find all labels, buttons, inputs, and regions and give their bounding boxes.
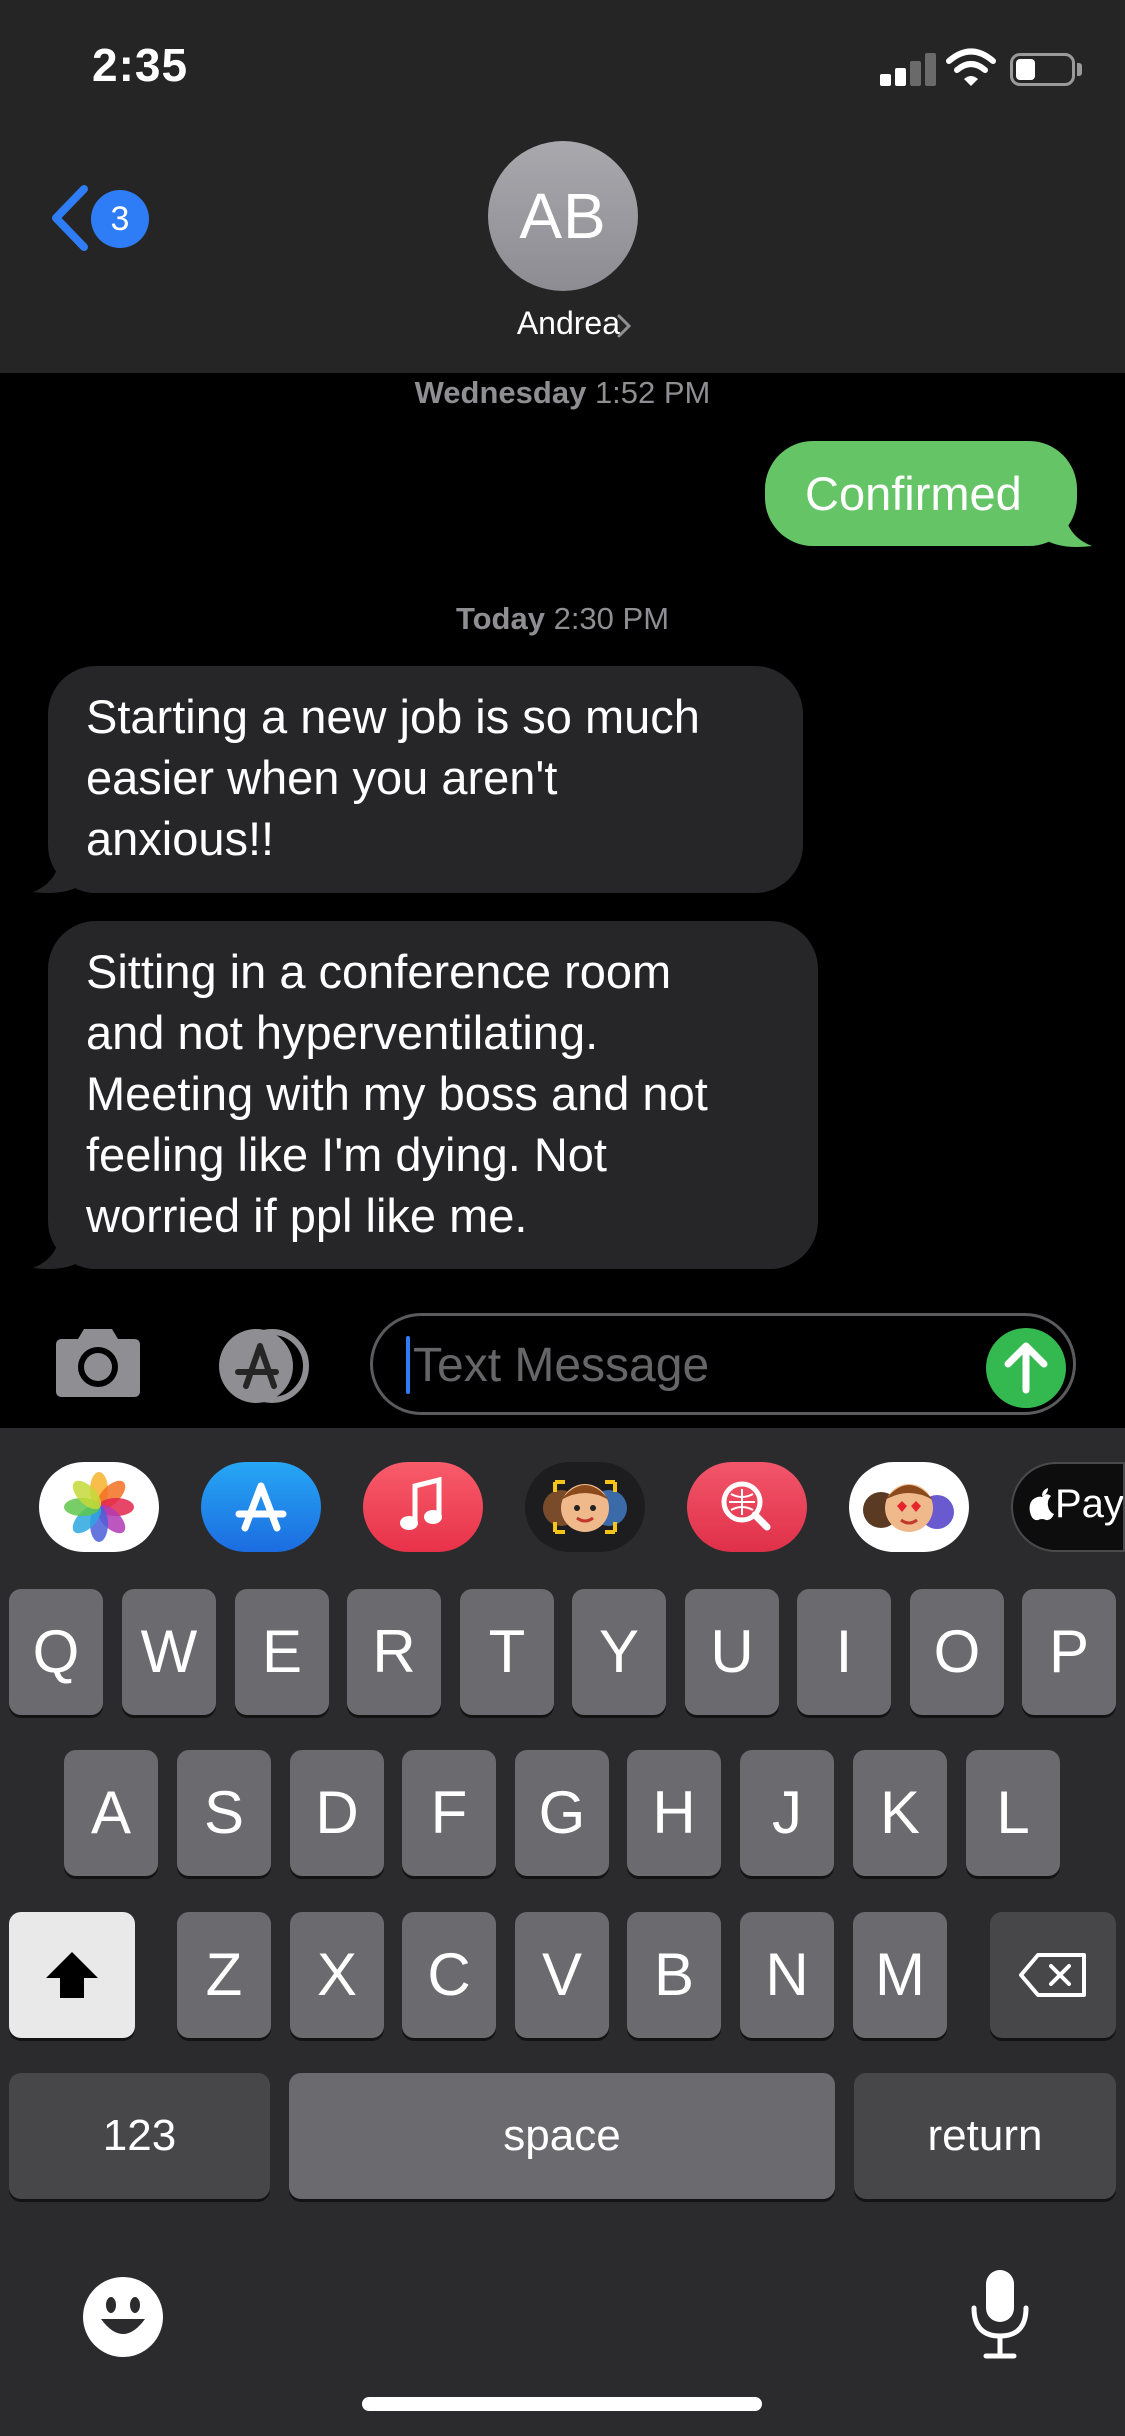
sent-bubble-tail xyxy=(1042,508,1092,547)
key-o[interactable]: O xyxy=(910,1589,1004,1715)
key-l[interactable]: L xyxy=(966,1750,1060,1876)
received-message-bubble[interactable]: Starting a new job is so much easier whe… xyxy=(48,666,803,893)
numbers-key[interactable]: 123 xyxy=(9,2073,270,2199)
message-line: Meeting with my boss and not xyxy=(86,1067,708,1120)
space-key[interactable]: space xyxy=(289,2073,835,2199)
contact-avatar[interactable]: AB xyxy=(488,141,638,291)
message-line: feeling like I'm dying. Not xyxy=(86,1128,607,1181)
apple-pay-label: Pay xyxy=(1055,1482,1124,1526)
timestamp-day: Wednesday xyxy=(414,375,587,410)
shift-arrow-icon xyxy=(46,1952,98,1998)
memoji-stickers-app-button[interactable] xyxy=(849,1462,969,1552)
backspace-icon xyxy=(1019,1953,1086,1997)
unread-count-badge[interactable]: 3 xyxy=(91,190,149,248)
back-chevron-icon[interactable] xyxy=(48,183,90,253)
key-k[interactable]: K xyxy=(853,1750,947,1876)
message-line: Starting a new job is so much xyxy=(86,690,700,743)
music-note-icon xyxy=(400,1476,442,1530)
key-m[interactable]: M xyxy=(853,1912,947,2038)
key-v[interactable]: V xyxy=(515,1912,609,2038)
key-d[interactable]: D xyxy=(290,1750,384,1876)
message-line: anxious!! xyxy=(86,812,275,865)
message-input-placeholder: Text Message xyxy=(413,1339,710,1392)
key-z[interactable]: Z xyxy=(177,1912,271,2038)
memoji-app-button[interactable] xyxy=(525,1462,645,1552)
send-button[interactable] xyxy=(986,1328,1066,1408)
photos-app-button[interactable] xyxy=(39,1462,159,1552)
key-b[interactable]: B xyxy=(627,1912,721,2038)
contact-name[interactable]: Andrea xyxy=(440,305,620,342)
music-app-button[interactable] xyxy=(363,1462,483,1552)
apple-logo-icon xyxy=(1029,1488,1054,1521)
received-message-bubble[interactable]: Sitting in a conference room and not hyp… xyxy=(48,921,818,1269)
memoji-stickers-icon xyxy=(863,1484,954,1532)
photos-icon xyxy=(64,1472,134,1542)
key-h[interactable]: H xyxy=(627,1750,721,1876)
app-store-icon xyxy=(235,1482,287,1532)
shift-key[interactable] xyxy=(9,1912,135,2038)
text-cursor xyxy=(406,1336,410,1394)
message-input-field[interactable]: Text Message xyxy=(370,1313,1076,1415)
received-bubble-tail xyxy=(33,852,83,893)
message-line: Sitting in a conference room xyxy=(86,945,672,998)
app-store-app-button[interactable] xyxy=(201,1462,321,1552)
wifi-icon xyxy=(946,48,996,86)
images-search-app-button[interactable] xyxy=(687,1462,807,1552)
key-y[interactable]: Y xyxy=(572,1589,666,1715)
camera-icon[interactable] xyxy=(50,1327,146,1399)
key-u[interactable]: U xyxy=(685,1589,779,1715)
memoji-face-icon xyxy=(543,1480,627,1534)
message-line: and not hyperventilating. xyxy=(86,1006,599,1059)
key-n[interactable]: N xyxy=(740,1912,834,2038)
key-e[interactable]: E xyxy=(235,1589,329,1715)
cellular-signal-icon xyxy=(880,52,936,86)
received-bubble-tail xyxy=(33,1228,83,1269)
key-t[interactable]: T xyxy=(460,1589,554,1715)
chevron-right-icon[interactable] xyxy=(616,313,632,339)
key-j[interactable]: J xyxy=(740,1750,834,1876)
battery-level xyxy=(1016,59,1035,80)
key-s[interactable]: S xyxy=(177,1750,271,1876)
timestamp-day: Today xyxy=(455,601,545,636)
key-c[interactable]: C xyxy=(402,1912,496,2038)
key-g[interactable]: G xyxy=(515,1750,609,1876)
apple-pay-app-button[interactable]: Pay xyxy=(1011,1462,1125,1552)
home-indicator[interactable] xyxy=(362,2397,762,2411)
timestamp-time: 2:30 PM xyxy=(553,601,670,636)
key-q[interactable]: Q xyxy=(9,1589,103,1715)
key-f[interactable]: F xyxy=(402,1750,496,1876)
image-search-icon xyxy=(721,1481,771,1531)
microphone-icon[interactable] xyxy=(968,2268,1032,2360)
key-w[interactable]: W xyxy=(122,1589,216,1715)
key-a[interactable]: A xyxy=(64,1750,158,1876)
sent-message-bubble[interactable]: Confirmed xyxy=(765,441,1077,546)
timestamp: Wednesday 1:52 PM xyxy=(0,375,1125,411)
message-line: worried if ppl like me. xyxy=(86,1189,528,1242)
status-bar-time: 2:35 xyxy=(92,39,189,91)
battery-icon xyxy=(1010,53,1075,86)
app-store-icon[interactable] xyxy=(210,1328,318,1404)
key-p[interactable]: P xyxy=(1022,1589,1116,1715)
delete-key[interactable] xyxy=(990,1912,1116,2038)
timestamp-time: 1:52 PM xyxy=(594,375,711,410)
battery-tip xyxy=(1077,63,1082,76)
emoji-icon[interactable] xyxy=(81,2275,165,2359)
return-key[interactable]: return xyxy=(854,2073,1116,2199)
timestamp: Today 2:30 PM xyxy=(0,601,1125,637)
key-x[interactable]: X xyxy=(290,1912,384,2038)
sent-message-text: Confirmed xyxy=(805,467,1022,520)
key-i[interactable]: I xyxy=(797,1589,891,1715)
message-line: easier when you aren't xyxy=(86,751,558,804)
key-r[interactable]: R xyxy=(347,1589,441,1715)
